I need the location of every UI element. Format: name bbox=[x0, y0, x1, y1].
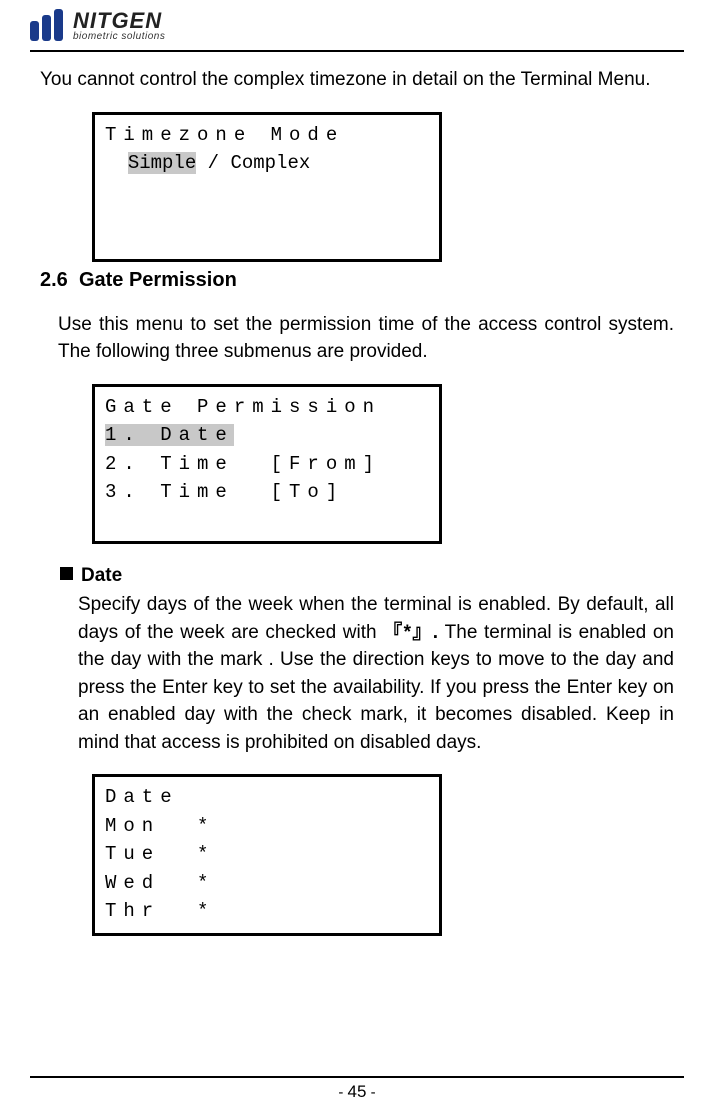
mark-pre: 『 bbox=[383, 622, 403, 643]
mark-post: 』. bbox=[411, 622, 438, 643]
lcd-row-wed: Wed * bbox=[105, 869, 429, 898]
lcd-selected: Simple bbox=[128, 152, 196, 174]
header-divider bbox=[30, 50, 684, 52]
page-number: 45 bbox=[348, 1082, 367, 1101]
section-heading-2-6: 2.6 Gate Permission bbox=[40, 266, 674, 295]
lcd-title: Gate Permission bbox=[105, 393, 429, 422]
lcd-gate-permission: Gate Permission 1. Date 2. Time [From] 3… bbox=[92, 384, 442, 544]
lcd-item-1: 1. Date bbox=[105, 421, 429, 450]
logo-text: NITGEN biometric solutions bbox=[73, 10, 165, 42]
lcd-row: Simple / Complex bbox=[105, 149, 429, 178]
section-2-6-paragraph: Use this menu to set the permission time… bbox=[58, 311, 674, 366]
lcd-date-days: Date Mon * Tue * Wed * Thr * bbox=[92, 774, 442, 936]
lcd-row-thr: Thr * bbox=[105, 897, 429, 926]
page-header: NITGEN biometric solutions bbox=[30, 10, 684, 48]
lcd-item-3: 3. Time [To] bbox=[105, 478, 429, 507]
logo-icon bbox=[30, 11, 63, 41]
lcd-item-2: 2. Time [From] bbox=[105, 450, 429, 479]
mark-star: * bbox=[404, 622, 411, 643]
lcd-rest: / Complex bbox=[196, 152, 310, 174]
date-paragraph: Specify days of the week when the termin… bbox=[78, 591, 674, 756]
section-title: Gate Permission bbox=[79, 269, 237, 291]
subsection-title: Date bbox=[81, 565, 122, 586]
page-footer: - 45 - bbox=[30, 1082, 684, 1108]
lcd-row-mon: Mon * bbox=[105, 812, 429, 841]
lcd-row-tue: Tue * bbox=[105, 840, 429, 869]
footer-divider bbox=[30, 1076, 684, 1078]
footer-post: - bbox=[366, 1084, 375, 1101]
lcd-title: Timezone Mode bbox=[105, 121, 429, 150]
lcd-selected-item: 1. Date bbox=[105, 424, 234, 446]
subsection-date-heading: Date bbox=[60, 562, 674, 590]
footer-pre: - bbox=[338, 1084, 347, 1101]
section-number: 2.6 bbox=[40, 269, 68, 291]
lcd-timezone-mode: Timezone Mode Simple / Complex bbox=[92, 112, 442, 262]
logo-name: NITGEN bbox=[73, 10, 165, 32]
bullet-square-icon bbox=[60, 567, 73, 580]
lcd-title: Date bbox=[105, 783, 429, 812]
logo-tagline: biometric solutions bbox=[73, 32, 165, 42]
intro-paragraph: You cannot control the complex timezone … bbox=[40, 66, 674, 94]
